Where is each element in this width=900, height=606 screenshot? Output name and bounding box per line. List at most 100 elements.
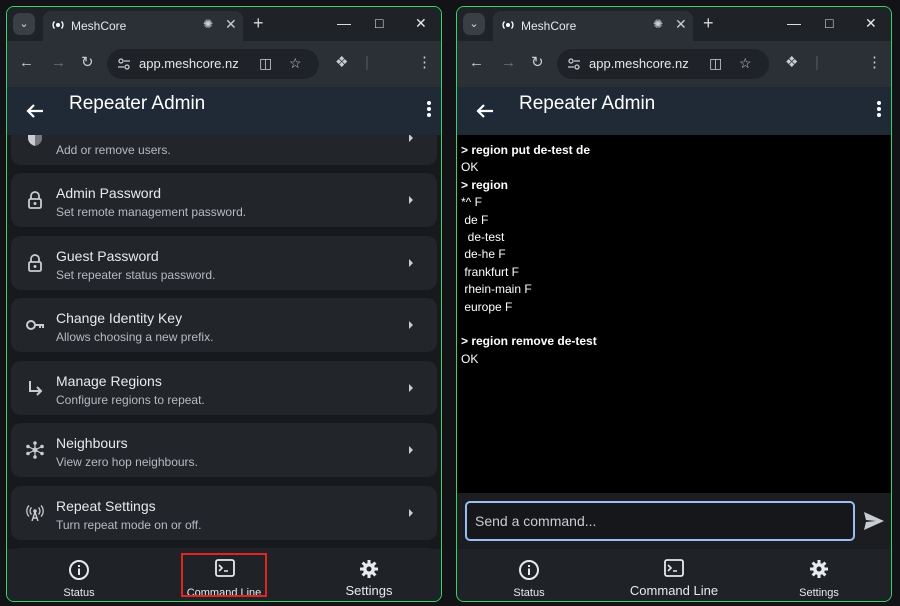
close-tab-icon[interactable]: ✕ [225,16,237,33]
site-info-icon[interactable] [117,57,131,71]
item-title: Guest Password [56,248,159,264]
nav-settings-label: Settings [799,587,839,599]
browser-toolbar: ← → ↻ app.meshcore.nz ◫ ☆ ❖ | ⋮ [457,41,891,87]
back-arrow-icon[interactable] [473,99,497,123]
toolbar-divider: | [365,54,369,71]
tab-title: MeshCore [71,19,127,33]
item-title: Change Identity Key [56,310,183,326]
browser-tab[interactable]: MeshCore ✺ ✕ [493,11,693,41]
browser-menu-icon[interactable]: ⋮ [867,53,882,73]
terminal-line: de F [461,213,489,227]
extensions-icon[interactable]: ❖ [335,53,348,73]
highlight-box [181,553,267,597]
browser-toolbar: ← → ↻ app.meshcore.nz ◫ ☆ ❖ | ⋮ [7,41,441,87]
list-item-manage-regions[interactable]: Manage Regions Configure regions to repe… [11,361,437,415]
meshcore-favicon-icon [52,21,64,29]
install-app-icon[interactable]: ◫ [709,55,722,72]
reload-icon[interactable]: ↻ [531,53,544,73]
forward-nav-icon[interactable]: → [51,53,66,73]
maximize-button[interactable]: □ [375,13,383,33]
bookmark-star-icon[interactable]: ☆ [739,55,752,72]
terminal-line: OK [461,352,479,366]
send-icon[interactable] [863,511,885,531]
back-nav-icon[interactable]: ← [19,53,34,73]
more-options-icon[interactable] [877,101,881,119]
terminal-line: frankfurt F [461,265,520,279]
address-bar[interactable]: app.meshcore.nz ◫ ☆ [557,49,769,79]
terminal-line: > region put de-test de [461,143,591,157]
settings-list: Add or remove users. Admin Password Set … [7,135,441,549]
list-item-repeat-settings[interactable]: Repeat Settings Turn repeat mode on or o… [11,486,437,540]
item-subtitle: Configure regions to repeat. [56,393,205,407]
antenna-icon [26,505,44,522]
subdirectory-arrow-icon [29,381,43,396]
nav-status[interactable]: Status [489,549,569,601]
new-tab-button[interactable]: + [253,13,264,33]
gear-icon [810,560,828,578]
terminal-line: rhein-main F [461,282,532,296]
item-subtitle: Add or remove users. [56,143,171,157]
tab-strip: ⌄ MeshCore ✺ ✕ + — □ ✕ [457,7,891,41]
page-title: Repeater Admin [519,93,656,114]
extensions-icon[interactable]: ❖ [785,53,798,73]
browser-menu-icon[interactable]: ⋮ [417,53,432,73]
terminal-line: > region [461,178,509,192]
chevron-right-icon [409,321,413,329]
site-info-icon[interactable] [567,57,581,71]
toolbar-divider: | [815,54,819,71]
bluetooth-icon: ✺ [653,17,664,31]
tab-search-button[interactable]: ⌄ [463,13,485,35]
list-item-admin-password[interactable]: Admin Password Set remote management pas… [11,173,437,227]
terminal-line: *^ F [461,195,482,209]
app-bar: Repeater Admin [457,87,891,135]
browser-window-left: ⌄ MeshCore ✺ ✕ + — □ ✕ ← → ↻ app.meshcor… [6,6,442,602]
minimize-button[interactable]: — [787,13,801,33]
reload-icon[interactable]: ↻ [81,53,94,73]
maximize-button[interactable]: □ [825,13,833,33]
address-bar[interactable]: app.meshcore.nz ◫ ☆ [107,49,319,79]
item-subtitle: Set remote management password. [56,205,247,219]
list-item-neighbours[interactable]: Neighbours View zero hop neighbours. [11,423,437,477]
forward-nav-icon[interactable]: → [501,53,516,73]
chevron-right-icon [409,135,413,142]
list-item-users[interactable]: Add or remove users. [11,135,437,165]
lock-icon [28,254,42,272]
app-bar: Repeater Admin [7,87,441,135]
browser-window-right: ⌄ MeshCore ✺ ✕ + — □ ✕ ← → ↻ app.meshcor… [456,6,892,602]
list-item-change-identity-key[interactable]: Change Identity Key Allows choosing a ne… [11,298,437,352]
bottom-navigation: Status Command Line Settings [7,549,441,601]
url-text: app.meshcore.nz [139,56,239,71]
close-window-button[interactable]: ✕ [865,13,877,33]
nav-command-line[interactable]: Command Line [619,549,729,601]
item-subtitle: Set repeater status password. [56,268,216,282]
item-subtitle: View zero hop neighbours. [56,455,198,469]
meshcore-favicon-icon [502,21,514,29]
lock-icon [28,191,42,209]
back-arrow-icon[interactable] [23,99,47,123]
new-tab-button[interactable]: + [703,13,714,33]
bluetooth-icon: ✺ [203,17,214,31]
nav-status[interactable]: Status [39,549,119,601]
info-icon [69,560,89,580]
install-app-icon[interactable]: ◫ [259,55,272,72]
close-window-button[interactable]: ✕ [415,13,427,33]
tab-search-button[interactable]: ⌄ [13,13,35,35]
browser-tab[interactable]: MeshCore ✺ ✕ [43,11,243,41]
close-tab-icon[interactable]: ✕ [675,16,687,33]
chevron-right-icon [409,446,413,454]
nav-settings[interactable]: Settings [329,549,409,601]
minimize-button[interactable]: — [337,13,351,33]
nav-settings-label: Settings [345,583,393,598]
bookmark-star-icon[interactable]: ☆ [289,55,302,72]
back-nav-icon[interactable]: ← [469,53,484,73]
item-title: Repeat Settings [56,498,156,514]
nav-settings[interactable]: Settings [779,549,859,601]
command-input-bar [457,493,891,549]
item-title: Admin Password [56,185,162,201]
command-input[interactable] [465,501,855,541]
terminal-line: OK [461,160,479,174]
more-options-icon[interactable] [427,101,431,119]
chevron-right-icon [409,509,413,517]
gear-icon [360,560,378,578]
list-item-guest-password[interactable]: Guest Password Set repeater status passw… [11,236,437,290]
